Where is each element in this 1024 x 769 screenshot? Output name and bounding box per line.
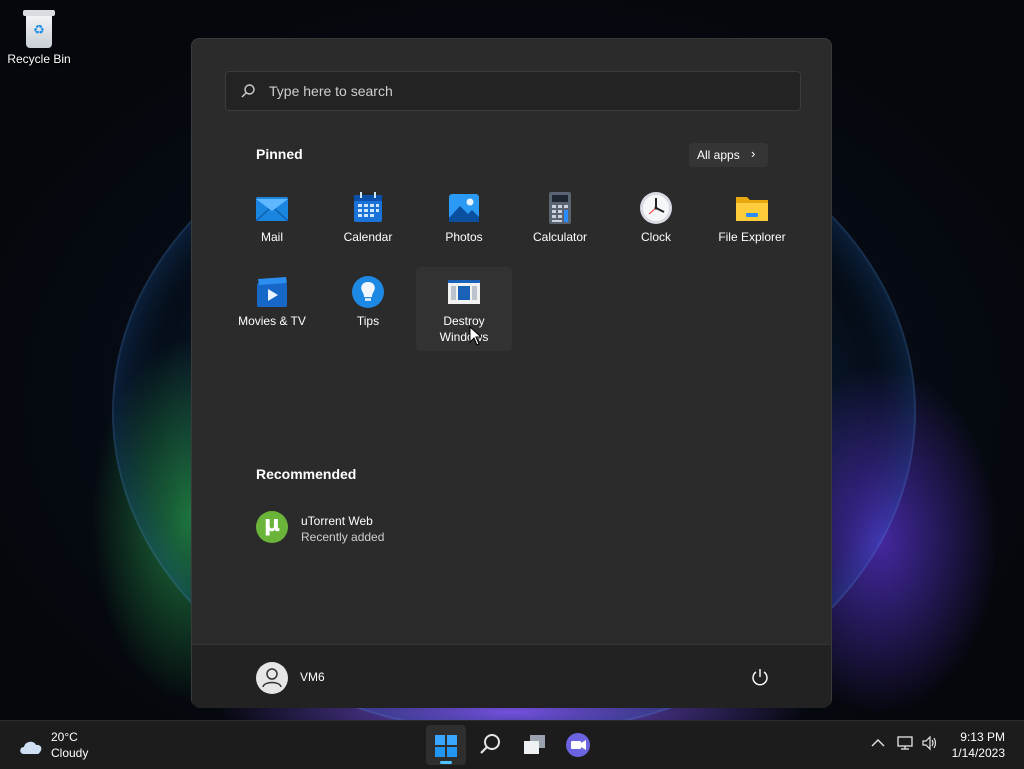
start-menu-footer: VM6	[192, 644, 831, 708]
start-menu: Type here to search Pinned All apps › Ma…	[191, 38, 832, 708]
user-icon	[262, 668, 282, 688]
destroy-windows-icon	[447, 275, 481, 309]
chat-button[interactable]	[558, 725, 598, 765]
chevron-up-icon[interactable]	[869, 734, 887, 752]
pinned-app-label: Movies & TV	[238, 314, 306, 328]
recommended-item-subtitle: Recently added	[301, 530, 385, 544]
pinned-heading: Pinned	[256, 146, 303, 162]
user-avatar[interactable]	[256, 662, 288, 694]
movies-tv-icon	[255, 275, 289, 309]
pinned-app-label: Destroy Windows	[439, 314, 489, 344]
pinned-app-mail[interactable]: Mail	[224, 183, 320, 267]
tips-icon	[351, 275, 385, 309]
pinned-app-label: File Explorer	[718, 230, 786, 244]
recommended-item-name: uTorrent Web	[301, 514, 373, 528]
weather-widget[interactable]: 20°C Cloudy	[18, 730, 108, 762]
task-view-button[interactable]	[515, 725, 555, 765]
taskbar: 20°C Cloudy 9:13 PM 1/14/2023	[0, 720, 1024, 769]
search-icon	[480, 734, 500, 754]
weather-temp: 20°C	[51, 730, 78, 744]
all-apps-button[interactable]: All apps ›	[689, 143, 768, 167]
pinned-app-label: Calculator	[532, 230, 588, 244]
recycle-bin-icon: ♻	[23, 10, 55, 48]
chat-icon	[566, 733, 590, 757]
volume-icon[interactable]	[921, 734, 939, 752]
search-icon	[241, 84, 255, 98]
clock-time: 9:13 PM	[960, 730, 1005, 744]
pinned-app-label: Tips	[356, 314, 380, 328]
recycle-bin-label: Recycle Bin	[7, 52, 71, 66]
utorrent-icon	[256, 511, 288, 543]
clock-widget[interactable]: 9:13 PM 1/14/2023	[952, 729, 1005, 761]
pinned-app-photos[interactable]: Photos	[416, 183, 512, 267]
power-icon	[752, 669, 768, 686]
clock-date: 1/14/2023	[951, 746, 1005, 760]
cloud-icon	[20, 741, 42, 754]
pinned-app-label: Mail	[260, 230, 283, 244]
weather-condition: Cloudy	[51, 746, 89, 760]
recycle-bin-shortcut[interactable]: ♻ Recycle Bin	[6, 8, 72, 66]
recommended-item-utorrent[interactable]: uTorrent Web Recently added	[256, 509, 456, 549]
pinned-app-label: Calendar	[343, 230, 393, 244]
recommended-heading: Recommended	[256, 466, 357, 482]
search-taskbar-button[interactable]	[470, 725, 510, 765]
calendar-icon	[351, 191, 385, 225]
pinned-app-label: Clock	[640, 230, 671, 244]
photos-icon	[447, 191, 481, 225]
calculator-icon	[543, 191, 577, 225]
start-button[interactable]	[426, 725, 466, 765]
task-view-icon	[524, 735, 545, 754]
search-placeholder: Type here to search	[269, 83, 393, 99]
clock-icon	[639, 191, 673, 225]
mail-icon	[255, 191, 289, 225]
pinned-app-file-explorer[interactable]: File Explorer	[704, 183, 800, 267]
pinned-app-destroy-windows[interactable]: Destroy Windows	[416, 267, 512, 351]
windows-logo-icon	[435, 735, 457, 757]
mouse-cursor-icon	[469, 326, 481, 346]
pinned-app-calculator[interactable]: Calculator	[512, 183, 608, 267]
pinned-app-movies-tv[interactable]: Movies & TV	[224, 267, 320, 351]
pinned-app-label: Photos	[445, 230, 483, 244]
pinned-app-clock[interactable]: Clock	[608, 183, 704, 267]
power-button[interactable]	[748, 665, 772, 689]
user-name[interactable]: VM6	[300, 670, 325, 684]
all-apps-label: All apps	[697, 148, 740, 162]
search-box[interactable]: Type here to search	[225, 71, 801, 111]
network-icon[interactable]	[896, 734, 914, 752]
file-explorer-icon	[735, 191, 769, 225]
chevron-right-icon: ›	[751, 146, 756, 161]
pinned-app-calendar[interactable]: Calendar	[320, 183, 416, 267]
pinned-app-tips[interactable]: Tips	[320, 267, 416, 351]
